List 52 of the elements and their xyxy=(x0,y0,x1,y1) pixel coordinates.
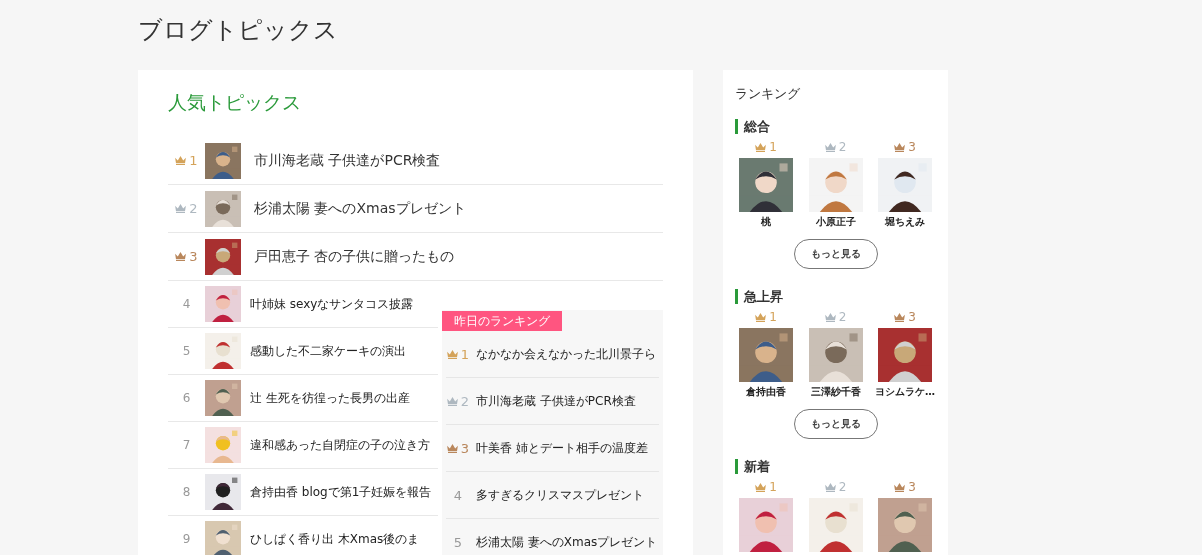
topic-link[interactable]: 違和感あった自閉症の子の泣き方 xyxy=(250,436,430,454)
rank-number: 3 xyxy=(189,249,198,264)
rank-number: 2 xyxy=(838,140,847,154)
rank-number: 8 xyxy=(182,485,191,499)
rank-number: 5 xyxy=(453,534,463,550)
topic-link[interactable]: 市川海老蔵 子供達がPCR検査 xyxy=(254,151,441,170)
person-name[interactable]: 小原正子 xyxy=(815,215,856,229)
person-name[interactable]: 三澤紗千香 xyxy=(810,385,861,399)
rank-number: 2 xyxy=(460,393,470,409)
rank-number: 1 xyxy=(189,153,198,168)
topic-link[interactable]: 杉浦太陽 妻へのXmasプレゼント xyxy=(476,533,658,551)
yesterday-tag: 昨日のランキング xyxy=(442,311,562,331)
topic-link[interactable]: 市川海老蔵 子供達がPCR検査 xyxy=(476,392,636,410)
topic-link[interactable]: 杉浦太陽 妻へのXmasプレゼント xyxy=(254,199,466,218)
rank-number: 3 xyxy=(460,440,470,456)
topic-link[interactable]: 戸田恵子 杏の子供に贈ったもの xyxy=(254,247,455,266)
person-name[interactable]: 桃 xyxy=(761,215,771,229)
section-heading: 新着 xyxy=(735,459,936,474)
rank-number: 1 xyxy=(460,346,470,362)
topic-link[interactable]: 辻 生死を彷徨った長男の出産 xyxy=(250,389,410,407)
topic-link[interactable]: ひしぱく香り出 木Xmas後のま xyxy=(250,530,420,548)
person-name[interactable]: 倉持由香 xyxy=(746,385,786,399)
section-heading: 急上昇 xyxy=(735,289,936,304)
rank-number: 7 xyxy=(182,438,191,452)
person-name[interactable]: ヨシムラケ… xyxy=(875,385,935,399)
rank-number: 3 xyxy=(908,480,916,494)
page-title: ブログトピックス xyxy=(138,15,339,46)
topic-link[interactable]: 叶美香 姉とデート相手の温度差 xyxy=(476,439,648,457)
rank-number: 5 xyxy=(182,344,191,358)
topic-link[interactable]: 倉持由香 blogで第1子妊娠を報告 xyxy=(250,483,432,501)
rank-number: 1 xyxy=(769,140,777,154)
section-title: 人気トピックス xyxy=(168,90,302,115)
person-name[interactable]: 堀ちえみ xyxy=(885,215,925,229)
topic-link[interactable]: 多すぎるクリスマスプレゼント xyxy=(476,486,644,504)
rank-number: 2 xyxy=(838,310,847,324)
topic-link[interactable]: 叶姉妹 sexyなサンタコス披露 xyxy=(250,295,414,313)
rank-number: 3 xyxy=(908,310,916,324)
rank-number: 1 xyxy=(769,480,777,494)
topic-link[interactable]: なかなか会えなかった北川景子ら xyxy=(476,345,656,363)
more-button[interactable]: もっと見る xyxy=(793,239,878,269)
rank-number: 6 xyxy=(182,391,191,405)
more-button[interactable]: もっと見る xyxy=(793,409,878,439)
rank-number: 4 xyxy=(182,297,191,311)
rank-number: 9 xyxy=(182,532,191,546)
ranking-title: ランキング xyxy=(735,85,801,103)
topic-link[interactable]: 感動した不二家ケーキの演出 xyxy=(250,342,406,360)
section-heading: 総合 xyxy=(735,119,936,134)
rank-number: 3 xyxy=(908,140,916,154)
rank-number: 2 xyxy=(189,201,198,216)
rank-number: 2 xyxy=(838,480,847,494)
rank-number: 1 xyxy=(769,310,777,324)
rank-number: 4 xyxy=(453,487,463,503)
